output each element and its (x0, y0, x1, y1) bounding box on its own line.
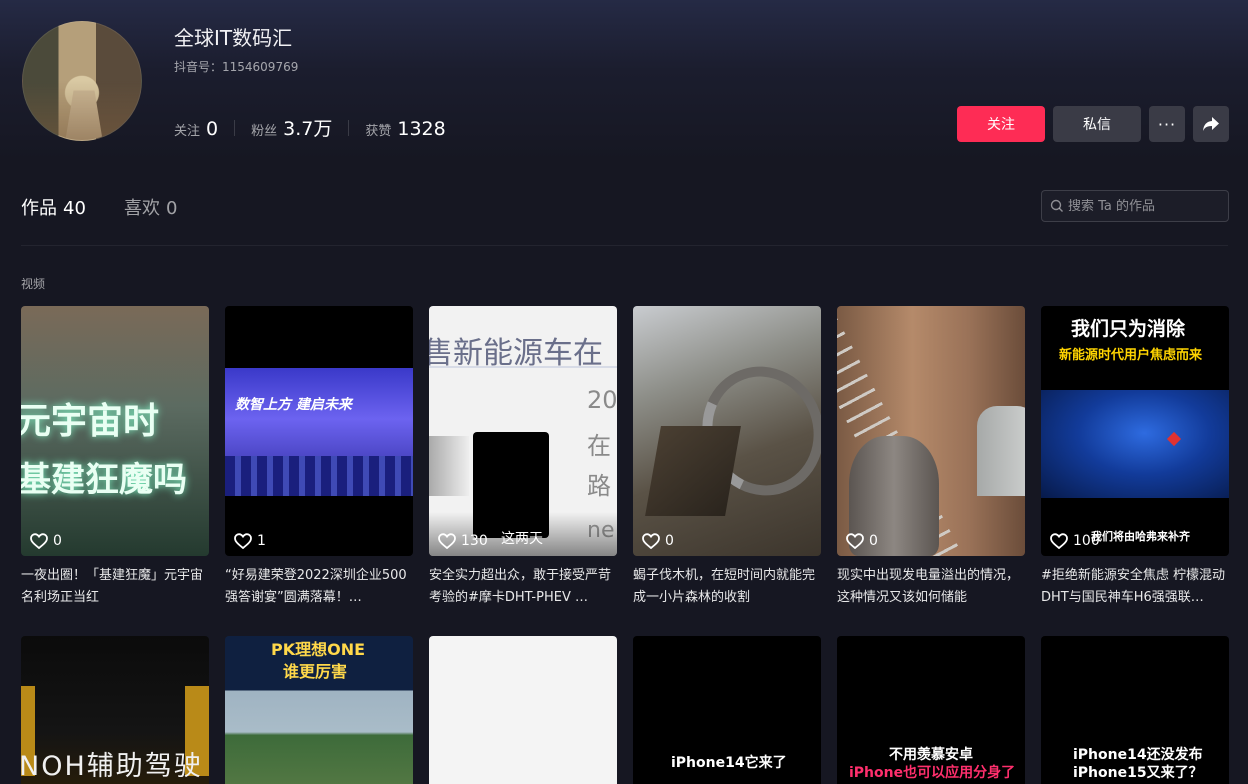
divider (234, 119, 236, 136)
overlay-text: 不用羡慕安卓 (889, 747, 973, 763)
overlay-text: 20 (587, 386, 617, 414)
avatar[interactable] (22, 21, 142, 141)
stat-following[interactable]: 关注 0 (174, 118, 218, 140)
like-count-value: 130 (461, 533, 488, 549)
heart-icon (234, 533, 252, 549)
video-title[interactable]: #拒绝新能源安全焦虑 柠檬混动DHT与国民神车H6强强联… (1041, 565, 1229, 609)
overlay-text: PK理想ONE (271, 640, 366, 659)
overlay-text: 数智上方 建启未来 (235, 397, 352, 413)
caption-text: 我们将由哈弗来补齐 (1091, 530, 1190, 543)
tab-label: 喜欢 (124, 198, 160, 219)
like-count-value: 1 (257, 533, 266, 549)
more-button[interactable]: ··· (1149, 106, 1185, 142)
like-count: 130 (438, 533, 488, 549)
search-icon (1050, 199, 1063, 212)
caption-text: 这两天 (501, 531, 543, 547)
like-count: 0 (30, 533, 62, 549)
video-title[interactable]: “好易建荣登2022深圳企业500强答谢宴”圆满落幕！… (225, 565, 413, 609)
heart-icon (846, 533, 864, 549)
video-title[interactable]: 蝎子伐木机，在短时间内就能完成一小片森林的收割 (633, 565, 821, 609)
video-card[interactable]: 0 蝎子伐木机，在短时间内就能完成一小片森林的收割 (633, 306, 821, 609)
section-label: 视频 (21, 277, 46, 291)
video-card[interactable]: 元宇宙时 基建狂魔吗 0 一夜出圈！「基建狂魔」元宇宙名利场正当红 (21, 306, 209, 609)
like-count-value: 0 (665, 533, 674, 549)
video-card[interactable] (429, 636, 617, 784)
like-count-value: 0 (53, 533, 62, 549)
video-card[interactable]: 不用羡慕安卓 iPhone也可以应用分身了 (837, 636, 1025, 784)
stat-likes: 获赞 1328 (365, 118, 445, 140)
video-thumbnail[interactable]: 我们只为消除 新能源时代用户焦虑而来 100 我们将由哈弗来补齐 (1041, 306, 1229, 556)
overlay-text: iPhone14它来了 (671, 755, 787, 771)
like-count: 0 (846, 533, 878, 549)
video-card[interactable]: 数智上方 建启未来 1 “好易建荣登2022深圳企业500强答谢宴”圆满落幕！… (225, 306, 413, 609)
heart-icon (438, 533, 456, 549)
stat-value: 1328 (397, 118, 446, 140)
stat-value: 0 (206, 118, 219, 140)
video-thumbnail[interactable]: iPhone14它来了 (633, 636, 821, 784)
overlay-text: iPhone14还没发布 (1073, 747, 1203, 763)
overlay-text: 路 (587, 472, 611, 500)
video-title[interactable]: 一夜出圈！「基建狂魔」元宇宙名利场正当红 (21, 565, 209, 609)
follow-button[interactable]: 关注 (957, 106, 1045, 142)
video-card[interactable]: iPhone14还没发布 iPhone15又来了？ (1041, 636, 1229, 784)
profile-stats: 关注 0 粉丝 3.7万 获赞 1328 (174, 114, 446, 141)
profile-name: 全球IT数码汇 (174, 26, 293, 50)
profile-page: 全球IT数码汇 抖音号：1154609769 关注 0 粉丝 3.7万 获赞 1… (0, 0, 1248, 784)
overlay-text: 谁更厉害 (283, 662, 348, 681)
overlay-text: iPhone也可以应用分身了 (849, 765, 1016, 781)
video-card[interactable]: NOH辅助驾驶 (21, 636, 209, 784)
stat-label: 获赞 (365, 124, 392, 139)
overlay-text: iPhone15又来了？ (1073, 765, 1203, 781)
overlay-text: 元宇宙时 (21, 401, 160, 442)
video-thumbnail[interactable]: NOH辅助驾驶 (21, 636, 209, 784)
stat-value: 3.7万 (283, 118, 333, 140)
video-card[interactable]: PK理想ONE 谁更厉害 (225, 636, 413, 784)
divider (21, 245, 1228, 246)
video-card[interactable]: iPhone14它来了 (633, 636, 821, 784)
search-input[interactable] (1068, 198, 1218, 214)
video-card[interactable]: 售新能源车在 20 在 路 ne 130 这两天 安全实力超出众，敢于接受严苛考… (429, 306, 617, 609)
heart-icon (30, 533, 48, 549)
video-thumbnail[interactable]: 售新能源车在 20 在 路 ne 130 这两天 (429, 306, 617, 556)
video-title[interactable]: 安全实力超出众，敢于接受严苛考验的#摩卡DHT-PHEV … (429, 565, 617, 609)
stat-followers[interactable]: 粉丝 3.7万 (251, 114, 332, 141)
tab-label: 作品 (21, 198, 57, 219)
video-card[interactable]: 0 现实中出现发电量溢出的情况，这种情况又该如何储能 (837, 306, 1025, 609)
overlay-text: 我们只为消除 (1071, 318, 1186, 340)
video-thumbnail[interactable]: 不用羡慕安卓 iPhone也可以应用分身了 (837, 636, 1025, 784)
tab-count: 40 (63, 198, 86, 219)
video-title[interactable]: 现实中出现发电量溢出的情况，这种情况又该如何储能 (837, 565, 1025, 609)
video-thumbnail[interactable]: 0 (633, 306, 821, 556)
heart-icon (1050, 533, 1068, 549)
share-button[interactable] (1193, 106, 1229, 142)
overlay-text: 基建狂魔吗 (21, 460, 187, 500)
overlay-text: NOH辅助驾驶 (21, 751, 203, 782)
overlay-text: 在 (587, 432, 611, 460)
like-count: 1 (234, 533, 266, 549)
video-thumbnail[interactable]: PK理想ONE 谁更厉害 (225, 636, 413, 784)
video-thumbnail[interactable]: 元宇宙时 基建狂魔吗 0 (21, 306, 209, 556)
overlay-text: 新能源时代用户焦虑而来 (1059, 348, 1203, 363)
like-count: 0 (642, 533, 674, 549)
tab-count: 0 (166, 198, 178, 219)
stat-label: 粉丝 (251, 124, 278, 139)
stat-label: 关注 (174, 124, 201, 139)
heart-icon (642, 533, 660, 549)
video-thumbnail[interactable]: 0 (837, 306, 1025, 556)
video-card[interactable]: 我们只为消除 新能源时代用户焦虑而来 100 我们将由哈弗来补齐 #拒绝新能源安… (1041, 306, 1229, 609)
video-thumbnail[interactable] (429, 636, 617, 784)
account-id: 抖音号：1154609769 (174, 60, 299, 74)
tab-likes[interactable]: 喜欢 0 (124, 194, 177, 220)
like-count-value: 0 (869, 533, 878, 549)
video-thumbnail[interactable]: 数智上方 建启未来 1 (225, 306, 413, 556)
share-icon (1203, 117, 1219, 131)
message-button[interactable]: 私信 (1053, 106, 1141, 142)
divider (348, 119, 350, 136)
search-box[interactable] (1041, 190, 1229, 222)
tab-works[interactable]: 作品 40 (21, 194, 86, 220)
video-thumbnail[interactable]: iPhone14还没发布 iPhone15又来了？ (1041, 636, 1229, 784)
